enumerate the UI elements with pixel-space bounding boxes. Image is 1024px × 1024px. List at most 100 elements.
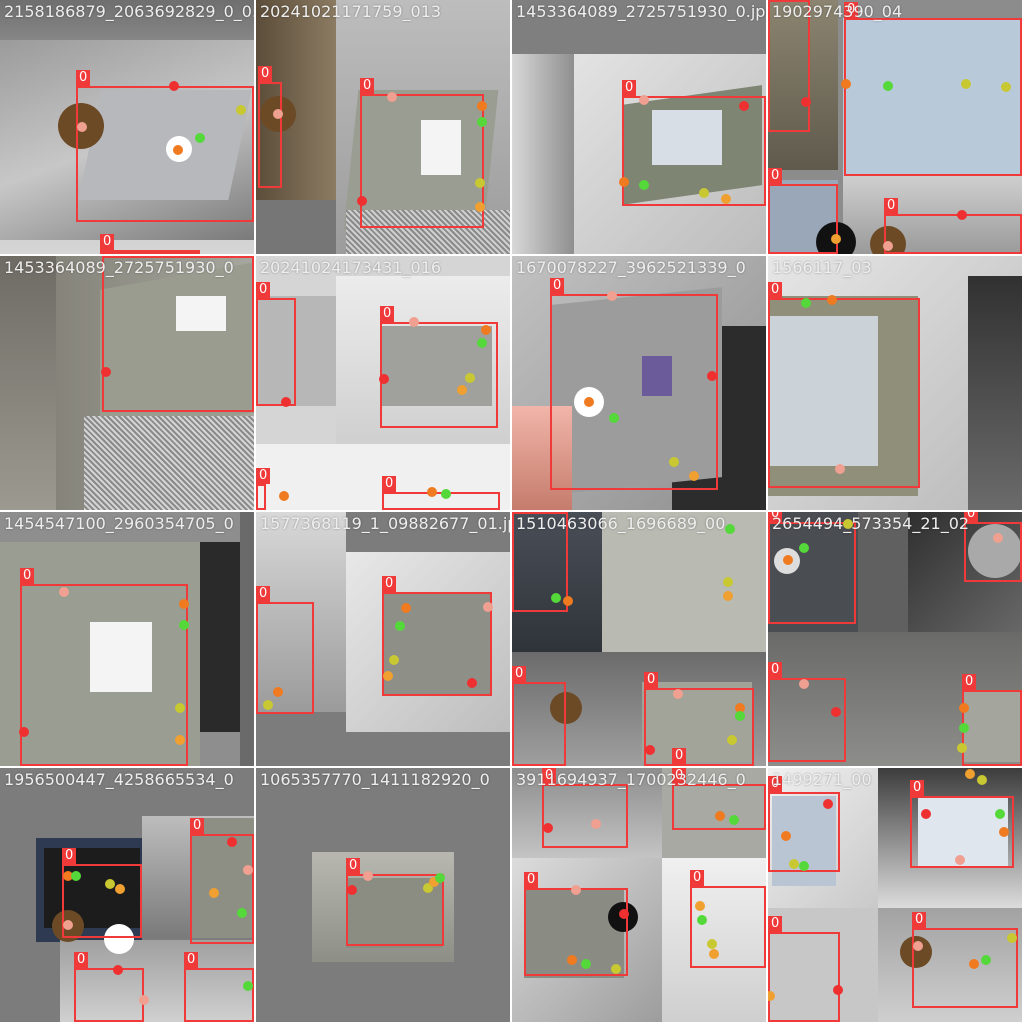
mosaic-tile: 0 0 0 0 0 20241024173431_016 [256, 256, 510, 510]
keypoint [697, 915, 707, 925]
image-filename: 1453364089_2725751930_0 [4, 258, 234, 277]
keypoint [961, 79, 971, 89]
keypoint [195, 133, 205, 143]
mosaic-tile: 0 0 0 0 1510463066_1696689_00 [512, 512, 766, 766]
object-bounding-box: 0 [844, 2, 1022, 176]
keypoint [563, 596, 573, 606]
keypoint [799, 543, 809, 553]
keypoint [883, 81, 893, 91]
object-bounding-box: 0 [512, 666, 566, 766]
keypoint [173, 145, 183, 155]
keypoint [477, 338, 487, 348]
keypoint [883, 241, 893, 251]
keypoint [709, 949, 719, 959]
keypoint [457, 385, 467, 395]
mosaic-tile: 0 0 0 0 1956500447_4258665534_0 [0, 768, 254, 1022]
keypoint [475, 202, 485, 212]
keypoint [175, 735, 185, 745]
class-label: 0 [190, 818, 205, 834]
class-label: 0 [380, 306, 395, 322]
keypoint [243, 981, 253, 991]
class-label: 0 [512, 666, 527, 682]
keypoint [263, 700, 273, 710]
class-label: 0 [258, 66, 273, 82]
keypoint [721, 194, 731, 204]
image-filename: 1499271_00 [772, 770, 872, 789]
keypoint [465, 373, 475, 383]
object-bounding-box: 0 [964, 512, 1022, 582]
mosaic-tile: 0 1065357770_1411182920_0 [256, 768, 510, 1022]
keypoint [999, 827, 1009, 837]
class-label: 0 [382, 576, 397, 592]
image-filename: 1956500447_4258665534_0 [4, 770, 234, 789]
class-label: 0 [912, 912, 927, 928]
class-label: 0 [256, 282, 271, 298]
keypoint [567, 955, 577, 965]
keypoint [63, 920, 73, 930]
keypoint [669, 457, 679, 467]
class-label: 0 [524, 872, 539, 888]
keypoint [913, 941, 923, 951]
keypoint [409, 317, 419, 327]
object-bounding-box: 0 [190, 818, 254, 944]
object-bounding-box: 0 [184, 952, 254, 1022]
class-label: 0 [768, 282, 783, 298]
keypoint [707, 939, 717, 949]
keypoint [279, 491, 289, 501]
object-bounding-box: 0 [74, 952, 144, 1022]
object-bounding-box: 0 [100, 234, 200, 254]
keypoint [571, 885, 581, 895]
object-bounding-box: 0 [20, 568, 188, 766]
keypoint [475, 178, 485, 188]
image-filename: 20241024173431_016 [260, 258, 442, 277]
keypoint [71, 871, 81, 881]
class-label: 0 [256, 586, 271, 602]
mosaic-tile: 0 0 0 2158186879_2063692829_0_0.jpg [0, 0, 254, 254]
mosaic-tile: 0 0 0 0 0 2654494_573354_21_02 [768, 512, 1022, 766]
keypoint [799, 861, 809, 871]
keypoint [101, 367, 111, 377]
keypoint [1001, 82, 1011, 92]
keypoint [379, 374, 389, 384]
keypoint [981, 955, 991, 965]
keypoint [19, 727, 29, 737]
class-label: 0 [62, 848, 77, 864]
keypoint [955, 855, 965, 865]
keypoint [543, 823, 553, 833]
image-filename: 1566117_03 [772, 258, 872, 277]
class-label: 0 [768, 168, 783, 184]
keypoint [921, 809, 931, 819]
keypoint [723, 577, 733, 587]
mosaic-tile: 0 0 0 0 3911694937_1700232446_0 [512, 768, 766, 1022]
class-label: 0 [884, 198, 899, 214]
class-label: 0 [644, 672, 659, 688]
keypoint [715, 811, 725, 821]
keypoint [395, 621, 405, 631]
image-filename: 1453364089_2725751930_0.jpg [516, 2, 766, 21]
image-filename: 2654494_573354_21_02 [772, 514, 970, 533]
keypoint [835, 464, 845, 474]
image-filename: 1577368119_1_09882677_01.jpg [260, 514, 510, 533]
image-filename: 1670078227_3962521339_0 [516, 258, 746, 277]
keypoint [237, 908, 247, 918]
keypoint [789, 859, 799, 869]
keypoint [77, 122, 87, 132]
keypoint [781, 831, 791, 841]
keypoint [581, 959, 591, 969]
object-bounding-box: 0 [542, 768, 628, 848]
mosaic-tile: 0 0 0 0 20241021171759_013 [256, 0, 510, 254]
image-filename: 1065357770_1411182920_0 [260, 770, 490, 789]
keypoint [169, 81, 179, 91]
object-bounding-box: 0 [768, 916, 840, 1022]
keypoint [801, 97, 811, 107]
keypoint [673, 689, 683, 699]
keypoint [727, 735, 737, 745]
keypoint [831, 234, 841, 244]
keypoint [957, 743, 967, 753]
class-label: 0 [672, 748, 687, 764]
keypoint [639, 180, 649, 190]
keypoint [995, 809, 1005, 819]
keypoint [783, 555, 793, 565]
class-label: 0 [962, 674, 977, 690]
keypoint [113, 965, 123, 975]
